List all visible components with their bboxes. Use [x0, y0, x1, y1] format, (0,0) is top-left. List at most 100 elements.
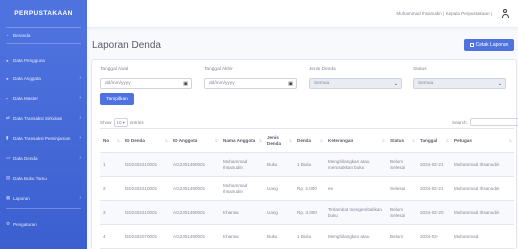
column-header[interactable]: Jenis Denda ⇅ — [264, 128, 294, 153]
column-header[interactable]: Nama Anggota ⇅ — [220, 128, 264, 153]
length-prefix: Show — [100, 120, 112, 125]
fine-type-select[interactable]: Semua ⌄ — [309, 78, 402, 89]
exchange-icon: ⇄ — [6, 115, 10, 120]
table-cell: Menghilangkan atau — [325, 224, 387, 249]
table-header-row: No ⇅ ID Denda ⇅ ID Anggota ⇅ Nama Anggota ⇅ … — [100, 128, 514, 153]
sidebar-item-beranda[interactable]: ◔ Beranda — [0, 28, 87, 43]
chevron-down-icon: ⌄ — [497, 80, 502, 87]
table-row: 4 DD2402070001 AG2301490001 Khansa Buku … — [100, 224, 514, 249]
calendar-icon[interactable]: ▣ — [288, 81, 293, 87]
sidebar-item-label: Data Transaksi Peminjaman — [13, 135, 71, 141]
topbar: Muhammad Ihsanudin | Kepala Perpustakaan… — [87, 0, 518, 27]
start-date-input[interactable]: dd/mm/yyyy ▣ — [100, 78, 192, 89]
table-cell: Muhammad Ihsanudin — [451, 200, 514, 225]
print-report-button[interactable]: Cetak Laporan — [464, 39, 514, 51]
table-cell: AG2301490001 — [170, 152, 220, 177]
column-header[interactable]: ID Denda ⇅ — [122, 128, 170, 153]
table-cell: 2024-02- — [417, 224, 451, 249]
table-cell: AG2301490001 — [170, 224, 220, 249]
table-cell: Muhammad — [451, 224, 514, 249]
table-cell: AG2301490001 — [170, 176, 220, 201]
status-select[interactable]: Semua ⌄ — [413, 78, 506, 89]
sidebar-item-label: Data Denda — [13, 155, 38, 161]
table-cell: Muhammad Ihsanudin — [220, 176, 264, 201]
end-date-input[interactable]: dd/mm/yyyy ▣ — [204, 78, 297, 89]
sidebar-item-label: Data Anggota — [13, 75, 41, 81]
table-row: 3 DD2402210001 AG2301490001 Khansa Uang … — [100, 200, 514, 225]
table-cell: Buku — [264, 152, 294, 177]
sort-icon: ⇅ — [164, 138, 168, 143]
table-cell: DD2402210001 — [122, 152, 170, 177]
user-profile-icon[interactable] — [501, 9, 509, 18]
chevron-right-icon: › — [79, 155, 81, 161]
table-row: 1 DD2402210001 AG2301490001 Muhammad Ihs… — [100, 152, 514, 177]
chevron-right-icon: › — [79, 135, 81, 141]
fine-type-value: Semua — [314, 81, 330, 86]
table-cell: ee — [325, 176, 387, 201]
end-date-placeholder: dd/mm/yyyy — [209, 81, 235, 86]
column-header[interactable]: Keterangan ⇅ — [325, 128, 387, 153]
sidebar-item-pengaturan[interactable]: ⚙ Pengaturan — [0, 217, 87, 231]
table-cell: AG2301490001 — [170, 200, 220, 225]
table-cell: 3 — [100, 200, 122, 225]
column-header[interactable]: Denda ⇅ — [294, 128, 325, 153]
folder-icon: ▪ — [6, 95, 8, 101]
column-header[interactable]: Petugas ⇅ — [451, 128, 514, 153]
sidebar-item-label: Beranda — [13, 33, 31, 38]
sort-icon: ⇅ — [319, 138, 323, 143]
status-label: Status — [413, 67, 427, 72]
table-row: 2 DD2402210001 AG2301490001 Muhammad Ihs… — [100, 176, 514, 201]
book-icon: ▮ — [6, 135, 9, 140]
column-header[interactable]: Status ⇅ — [387, 128, 417, 153]
sidebar-item-label: Data Transaksi Sirkulasi — [13, 115, 63, 121]
column-header[interactable]: Tanggal ⇅ — [417, 128, 451, 153]
table-cell: 2024-02-20 — [417, 200, 451, 225]
sidebar-item-denda[interactable]: ▭ Data Denda › — [0, 148, 87, 168]
status-value: Semua — [418, 81, 434, 86]
sort-icon: ⇅ — [445, 138, 449, 143]
fines-table: No ⇅ ID Denda ⇅ ID Anggota ⇅ Nama Anggota ⇅ … — [100, 128, 514, 249]
table-length-control: Show 10 ▾ entries — [100, 118, 144, 127]
sidebar-item-transaksi-sirkulasi[interactable]: ⇄ Data Transaksi Sirkulasi › — [0, 108, 87, 128]
sidebar-item-pengguna[interactable]: ● Data Pengguna — [0, 52, 87, 68]
table-cell: Muhammad Ihsanudin — [451, 152, 514, 177]
table-cell: 1 Buku — [294, 224, 325, 249]
money-icon: ▭ — [6, 155, 11, 160]
show-button[interactable]: Tampilkan — [100, 93, 134, 105]
sort-icon: ⇅ — [116, 138, 120, 143]
print-icon — [469, 43, 474, 47]
sidebar-divider — [6, 208, 81, 209]
gear-icon: ⚙ — [6, 221, 10, 226]
search-input[interactable] — [469, 118, 518, 126]
table-cell: Muhammad Ihsanudin — [451, 176, 514, 201]
length-value: 10 — [116, 119, 122, 125]
sidebar-item-master[interactable]: ▪ Data Master › — [0, 88, 87, 108]
topbar-user-name[interactable]: Muhammad Ihsanudin | Kepala Perpustakaan… — [396, 11, 492, 16]
column-header[interactable]: No ⇅ — [100, 128, 122, 153]
column-header[interactable]: ID Anggota ⇅ — [170, 128, 220, 153]
start-date-label: Tanggal Awal — [100, 67, 129, 72]
table-cell: 2024-02-21 — [417, 176, 451, 201]
table-cell: Terlambat mengembalikan buku — [325, 200, 387, 225]
sort-icon: ⇅ — [411, 138, 415, 143]
users-icon: ● — [6, 75, 9, 81]
sidebar-item-transaksi-peminjaman[interactable]: ▮ Data Transaksi Peminjaman › — [0, 128, 87, 148]
table-cell: 1 — [100, 152, 122, 177]
table-cell: Rp. 3.000 — [294, 200, 325, 225]
calendar-icon[interactable]: ▣ — [183, 81, 188, 87]
table-cell: Uang — [264, 176, 294, 201]
table-cell: Buku — [264, 224, 294, 249]
sidebar-item-label: Data Pengguna — [13, 57, 45, 63]
table-cell: Muhammad Ihsanudin — [220, 152, 264, 177]
sidebar-item-anggota[interactable]: ● Data Anggota › — [0, 68, 87, 88]
table-cell: Uang — [264, 200, 294, 225]
search-label: Search: — [452, 119, 468, 125]
sidebar-brand[interactable]: PERPUSTAKAAN — [0, 0, 87, 27]
chevron-right-icon: › — [79, 95, 81, 101]
table-cell: 2 — [100, 176, 122, 201]
table-cell: Belum Selesai — [387, 152, 417, 177]
start-date-placeholder: dd/mm/yyyy — [105, 81, 131, 86]
length-select[interactable]: 10 ▾ — [113, 118, 128, 127]
sidebar-item-laporan[interactable]: ▦ Laporan › — [0, 188, 87, 208]
sidebar-item-buku-tamu[interactable]: ▤ Data Buku Tamu — [0, 168, 87, 188]
